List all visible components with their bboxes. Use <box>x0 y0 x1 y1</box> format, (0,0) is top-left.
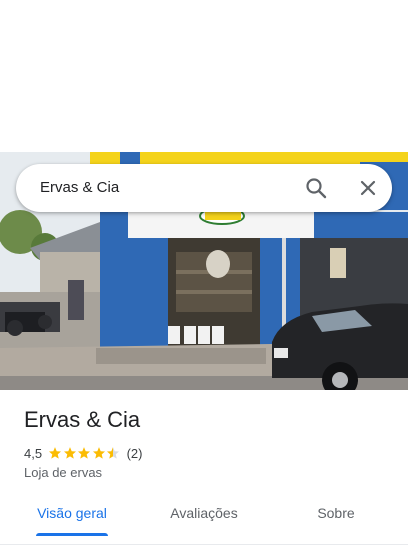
search-input[interactable]: Ervas & Cia <box>40 179 119 196</box>
close-button[interactable] <box>354 174 382 202</box>
search-icon <box>306 178 327 199</box>
rating-stars <box>48 446 121 460</box>
place-name: Ervas & Cia <box>24 407 141 432</box>
place-tabs: Visão geral Avaliações Sobre <box>0 492 408 545</box>
review-count[interactable]: (2) <box>127 446 143 461</box>
search-bar[interactable]: Ervas & Cia <box>16 164 392 212</box>
active-tab-indicator <box>36 533 108 536</box>
place-category: Loja de ervas <box>24 465 103 480</box>
rating-value: 4,5 <box>24 445 43 461</box>
rating-row[interactable]: 4,5 (2) <box>24 444 142 462</box>
star-icon <box>92 447 105 459</box>
close-icon <box>360 180 376 196</box>
tab-reviews[interactable]: Avaliações <box>158 505 250 521</box>
tab-about[interactable]: Sobre <box>306 505 366 521</box>
tab-overview[interactable]: Visão geral <box>36 505 108 521</box>
star-icon <box>49 447 62 459</box>
search-button[interactable] <box>302 174 330 202</box>
star-half-icon <box>107 447 120 459</box>
star-icon <box>78 447 91 459</box>
star-icon <box>63 447 76 459</box>
